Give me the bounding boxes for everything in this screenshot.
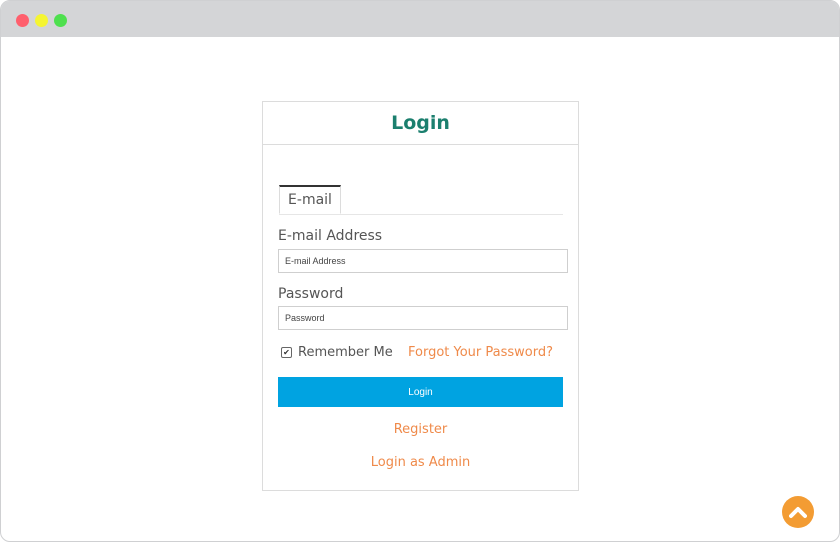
admin-login-link[interactable]: Login as Admin xyxy=(263,455,578,470)
register-link[interactable]: Register xyxy=(263,422,578,437)
minimize-window-button[interactable] xyxy=(35,14,48,27)
login-button[interactable]: Login xyxy=(278,377,563,407)
login-card: Login E-mail E-mail Address Password ✔ R… xyxy=(262,101,579,491)
tab-email[interactable]: E-mail xyxy=(279,185,341,214)
email-label: E-mail Address xyxy=(278,228,383,244)
remember-me: ✔ Remember Me xyxy=(281,345,393,360)
remember-me-checkbox[interactable]: ✔ xyxy=(281,347,292,358)
window-titlebar xyxy=(1,1,839,37)
login-tabs: E-mail xyxy=(279,185,563,215)
close-window-button[interactable] xyxy=(16,14,29,27)
email-field[interactable] xyxy=(278,249,568,273)
browser-window: Login E-mail E-mail Address Password ✔ R… xyxy=(0,0,840,542)
chevron-up-icon xyxy=(789,507,807,518)
scroll-to-top-button[interactable] xyxy=(782,496,814,528)
password-label: Password xyxy=(278,286,344,302)
remember-me-label: Remember Me xyxy=(298,345,393,360)
maximize-window-button[interactable] xyxy=(54,14,67,27)
password-field[interactable] xyxy=(278,306,568,330)
forgot-password-link[interactable]: Forgot Your Password? xyxy=(408,345,553,360)
login-card-header: Login xyxy=(263,102,578,145)
login-title: Login xyxy=(391,112,450,134)
